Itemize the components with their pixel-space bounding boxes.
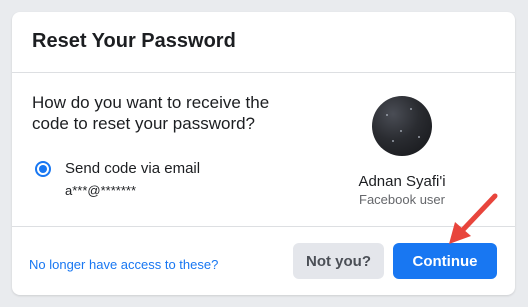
user-name: Adnan Syafi'i	[358, 173, 446, 190]
avatar-texture	[392, 140, 394, 142]
avatar-texture	[410, 108, 412, 110]
footer-divider	[12, 226, 515, 227]
avatar-texture	[418, 136, 420, 138]
not-you-button[interactable]: Not you?	[293, 243, 384, 279]
avatar	[372, 96, 432, 156]
user-type: Facebook user	[359, 192, 445, 207]
red-arrow-icon	[449, 193, 498, 244]
no-access-link[interactable]: No longer have access to these?	[29, 257, 218, 272]
radio-selected-dot	[39, 165, 47, 173]
continue-button[interactable]: Continue	[393, 243, 497, 279]
avatar-texture	[386, 114, 388, 116]
email-option-radio[interactable]	[35, 161, 51, 177]
reset-password-dialog: Reset Your Password How do you want to r…	[12, 12, 515, 295]
dialog-header: Reset Your Password	[12, 12, 515, 73]
dialog-title: Reset Your Password	[32, 30, 236, 52]
email-option-label[interactable]: Send code via email	[65, 160, 200, 177]
masked-email: a***@*******	[65, 183, 137, 198]
reset-question: How do you want to receive the code to r…	[32, 93, 270, 133]
avatar-texture	[400, 130, 402, 132]
